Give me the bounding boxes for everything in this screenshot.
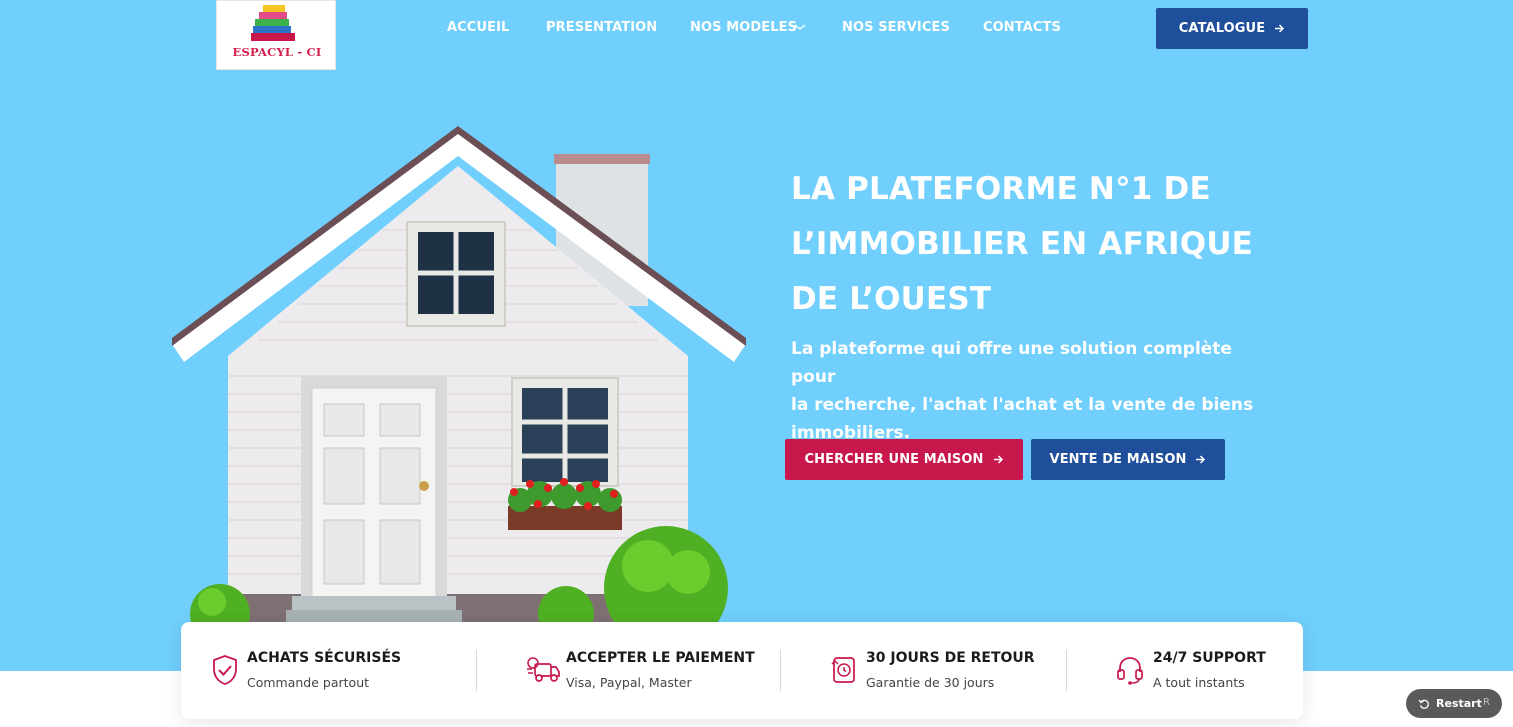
restart-icon: [1418, 699, 1429, 709]
search-house-button-label: CHERCHER UNE MAISON: [804, 452, 984, 467]
logo-text: ESPACYL - CI: [232, 45, 322, 59]
feature-title: 30 JOURS DE RETOUR: [866, 650, 1035, 666]
sell-house-button-label: VENTE DE MAISON: [1049, 452, 1187, 467]
hero-title: LA PLATEFORME N°1 DE L’IMMOBILIER EN AFR…: [791, 162, 1271, 327]
feature-title: ACHATS SÉCURISÉS: [247, 650, 402, 666]
feature-title: 24/7 SUPPORT: [1153, 650, 1266, 666]
feature-support: 24/7 SUPPORT A tout instants: [1071, 622, 1303, 719]
arrow-right-icon: [993, 455, 1003, 464]
logo-mark-icon: [251, 5, 295, 41]
sell-house-button[interactable]: VENTE DE MAISON: [1031, 439, 1225, 480]
feature-payment: ACCEPTER LE PAIEMENT Visa, Paypal, Maste…: [481, 622, 781, 719]
catalogue-button[interactable]: CATALOGUE: [1156, 8, 1308, 49]
feature-desc: Visa, Paypal, Master: [566, 675, 692, 690]
feature-desc: Garantie de 30 jours: [866, 675, 995, 690]
restart-shortcut: R: [1483, 697, 1490, 708]
return-icon: [831, 657, 855, 683]
house-illustration: [172, 126, 746, 624]
catalogue-button-label: CATALOGUE: [1178, 21, 1266, 36]
restart-button[interactable]: Restart R: [1406, 689, 1502, 718]
nav-item-presentation[interactable]: PRESENTATION: [546, 20, 657, 35]
restart-label: Restart: [1436, 697, 1482, 710]
feature-desc: A tout instants: [1153, 675, 1245, 690]
hero-title-line-2: L’IMMOBILIER EN AFRIQUE: [791, 226, 1254, 262]
divider: [476, 650, 477, 691]
nav-item-accueil[interactable]: ACCUEIL: [447, 20, 509, 35]
feature-title: ACCEPTER LE PAIEMENT: [566, 650, 755, 666]
hero-subtitle-line-1: La plateforme qui offre une solution com…: [791, 339, 1232, 387]
hero-subtitle-line-2: la recherche, l'achat l'achat et la vent…: [791, 395, 1254, 415]
delivery-icon: [527, 657, 560, 682]
arrow-right-icon: [1275, 24, 1285, 33]
feature-returns: 30 JOURS DE RETOUR Garantie de 30 jours: [785, 622, 1065, 719]
nav-item-nos-services[interactable]: NOS SERVICES: [842, 20, 950, 35]
nav-item-nos-modeles[interactable]: NOS MODELES: [690, 20, 797, 35]
feature-desc: Commande partout: [247, 675, 370, 690]
headset-icon: [1117, 657, 1143, 685]
arrow-right-icon: [1196, 455, 1206, 464]
hero-title-line-1: LA PLATEFORME N°1 DE: [791, 171, 1211, 207]
hero-title-line-3: DE L’OUEST: [791, 281, 992, 317]
search-house-button[interactable]: CHERCHER UNE MAISON: [785, 439, 1023, 480]
shield-check-icon: [213, 655, 237, 685]
feature-secure-purchase: ACHATS SÉCURISÉS Commande partout: [181, 622, 471, 719]
logo[interactable]: ESPACYL - CI: [216, 0, 336, 70]
divider: [780, 650, 781, 691]
chevron-down-icon[interactable]: [794, 22, 806, 32]
divider: [1066, 650, 1067, 691]
features-bar: ACHATS SÉCURISÉS Commande partout ACCEPT…: [181, 622, 1303, 719]
hero-subtitle: La plateforme qui offre une solution com…: [791, 335, 1281, 447]
nav-item-contacts[interactable]: CONTACTS: [983, 20, 1061, 35]
